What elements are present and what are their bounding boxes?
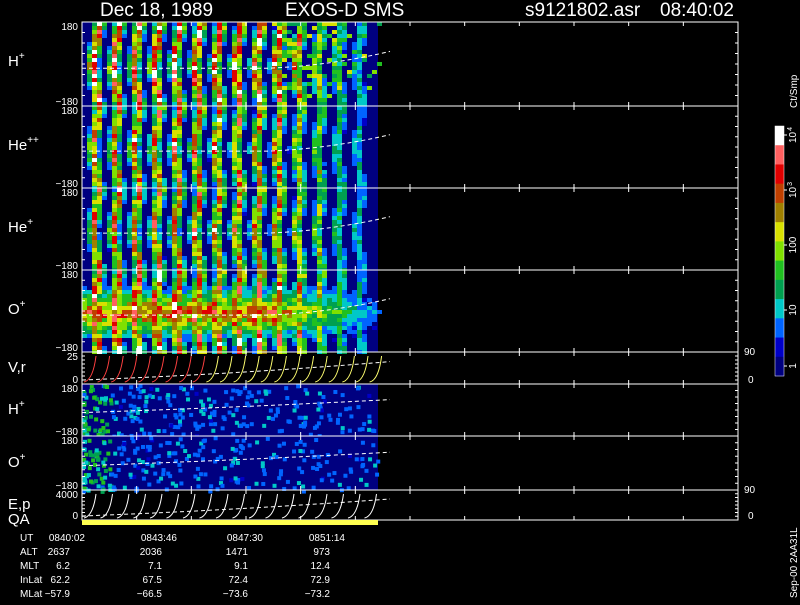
panel-e-p-right-top: 90 [744,485,756,496]
panel-e-p-ymax: 4000 [56,490,79,501]
panel-h-plus-ymax: 180 [61,22,78,33]
colorbar-swatch [775,260,784,281]
panel-v-r-right-bottom: 0 [748,375,754,386]
panel-o-plus-data [82,270,391,354]
footer-row-label: InLat [20,575,42,586]
footer-row-label: MLT [20,561,39,572]
panel-o-plus-ymax: 180 [61,270,78,281]
footer-value: −66.5 [137,589,163,600]
footer-value: 2036 [140,547,163,558]
panel-v-r-ymax: 25 [67,352,79,363]
footer-value: 0847:30 [227,533,264,544]
footer-row-label: ALT [20,547,38,558]
footer-value: 67.5 [143,575,163,586]
colorbar-swatch [775,183,784,204]
footer-value: −57.9 [45,589,71,600]
footer-value: 9.1 [234,561,248,572]
footer-value: 62.2 [51,575,71,586]
colorbar-swatch [775,318,784,339]
footer-value: −73.6 [223,589,249,600]
exos-d-sms-plot: Dec 18, 1989 EXOS-D SMS s9121802.asr 08:… [0,0,800,600]
colorbar-swatch [775,337,784,358]
panel-v-r-right-top: 90 [744,347,756,358]
footer-side-note: Sep-00 2AA31L [789,527,800,598]
colorbar-swatch [775,279,784,300]
panel-o-plus-2-data [82,436,391,494]
panel-he-plus-ymax: 180 [61,188,78,199]
colorbar-swatch [775,202,784,223]
panel-h-plus-2-data [82,384,391,440]
footer-row-label: UT [20,533,33,544]
colorbar-swatch [775,222,784,242]
colorbar-tick-label: 100 [788,236,799,253]
panel-e-p-ymin: 0 [72,511,78,522]
footer-value: −73.2 [305,589,331,600]
colorbar-swatch [775,356,784,377]
panel-h-plus-2-ymax: 180 [61,384,78,395]
footer-value: 1471 [226,547,249,558]
spectrogram-figure: Dec 18, 1989 EXOS-D SMS s9121802.asr 08:… [0,0,800,600]
footer-value: 0843:46 [141,533,178,544]
header-date: Dec 18, 1989 [100,0,213,21]
panel-o-plus-2-ymax: 180 [61,436,78,447]
footer-value: 0840:02 [49,533,86,544]
footer-value: 72.4 [229,575,249,586]
footer-value: 2637 [48,547,71,558]
panel-v-r-label: V,r [8,359,26,376]
colorbar-swatch [775,164,784,185]
colorbar-swatch [775,145,784,165]
colorbar-swatch [775,241,784,262]
footer-row-label: MLat [20,589,42,600]
panel-h-plus-data [82,22,391,106]
header-time: 08:40:02 [660,0,734,21]
footer-value: 973 [313,547,330,558]
colorbar-swatch [775,126,784,146]
colorbar-tick-label: 10 [788,304,799,316]
footer-value: 72.9 [311,575,331,586]
qa-label: QA [8,511,30,528]
footer-value: 0851:14 [309,533,346,544]
panel-he-plus-plus-data [82,106,391,190]
panel-e-p-right-bottom: 0 [748,511,754,522]
colorbar-tick-label: 1 [788,363,799,369]
header-mission: EXOS-D SMS [285,0,404,21]
colorbar-swatch [775,299,784,319]
panel-he-plus-plus-ymax: 180 [61,106,78,117]
footer-value: 7.1 [148,561,162,572]
panel-he-plus-data [82,188,391,272]
footer-value: 12.4 [311,561,331,572]
header-file: s9121802.asr [525,0,641,21]
footer-value: 6.2 [56,561,70,572]
qa-bar [82,520,378,525]
colorbar-units: Ct/Smp [789,74,800,108]
